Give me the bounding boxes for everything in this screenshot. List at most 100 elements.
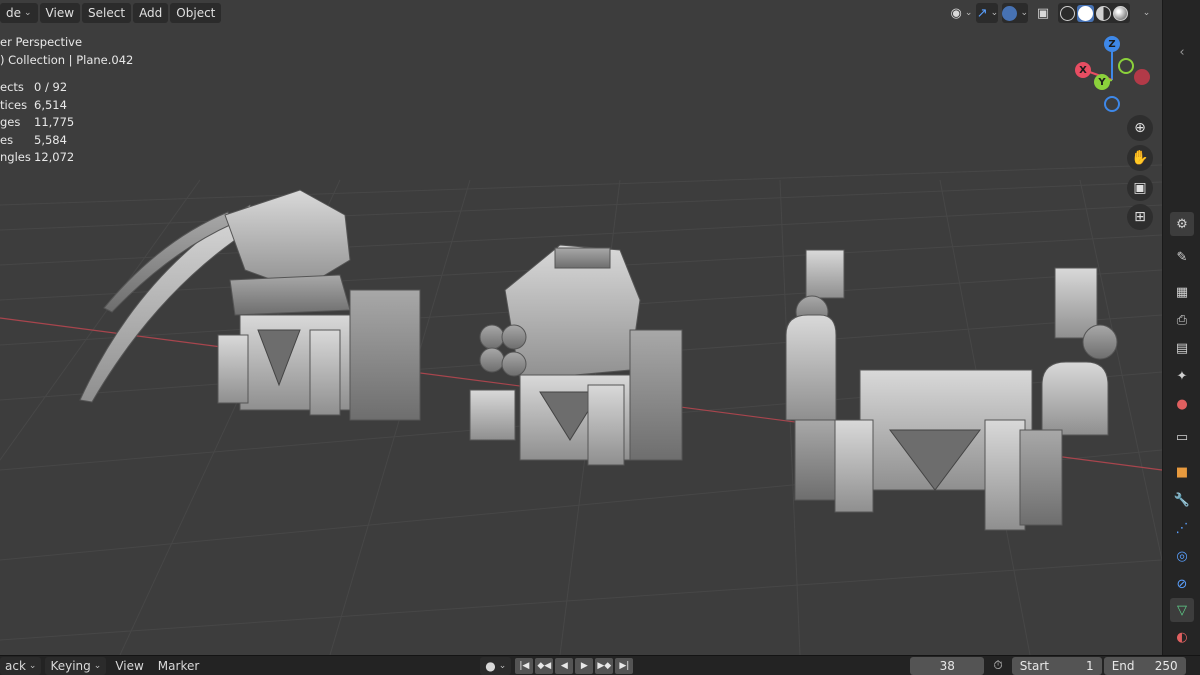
gizmo-neg-x-axis[interactable] [1134, 69, 1150, 85]
stat-value: 11,775 [34, 115, 75, 129]
chevron-down-icon: ⌄ [1142, 8, 1151, 18]
visibility-selector[interactable]: ◉ ⌄ [950, 3, 973, 23]
mode-selector[interactable]: de ⌄ [0, 3, 38, 23]
timeline-header: ack ⌄ Keying ⌄ View Marker ● ⌄ |◀ ◆◀ ◀ ▶ ▶◆… [0, 655, 1200, 675]
chevron-down-icon: ⌄ [990, 8, 999, 18]
view-layer-icon[interactable]: ▤ [1170, 336, 1194, 360]
tool-settings-icon[interactable]: ✎ [1170, 245, 1194, 269]
prev-keyframe-icon[interactable]: ◆◀ [535, 657, 554, 674]
keying-label: Keying [50, 658, 91, 673]
menu-add-label: Add [139, 6, 163, 20]
hand-icon: ✋ [1131, 150, 1149, 166]
header-tools: ◉ ⌄ ↗ ⌄ ⌄ ▣ ⌄ [950, 3, 1156, 23]
collapse-arrow-icon[interactable]: ‹ [1170, 40, 1194, 64]
render-properties-icon[interactable]: ▦ [1170, 280, 1194, 304]
object-data-icon[interactable]: ▽ [1170, 598, 1194, 622]
particles-icon[interactable]: ⋰ [1170, 516, 1194, 540]
gizmo-neg-z-axis[interactable] [1104, 96, 1120, 112]
gizmo-y-axis[interactable]: Y [1094, 74, 1110, 90]
active-object-label: ) Collection | Plane.042 [0, 52, 134, 67]
wireframe-shading-icon[interactable] [1060, 5, 1075, 21]
rendered-shading-icon[interactable] [1113, 5, 1128, 21]
play-reverse-icon[interactable]: ◀ [555, 657, 574, 674]
stat-row: ects 0 / 92 [0, 79, 133, 97]
output-properties-icon[interactable]: ⎙ [1170, 308, 1194, 332]
gizmo-neg-y-axis[interactable] [1118, 58, 1134, 74]
zoom-button[interactable]: ⊕ [1127, 115, 1153, 141]
menu-view-label: View [45, 6, 75, 20]
model-gatling[interactable] [469, 244, 683, 466]
gizmo-toggle[interactable]: ↗ ⌄ [976, 3, 999, 23]
shading-options[interactable]: ⌄ [1134, 3, 1156, 23]
start-value: 1 [1086, 658, 1094, 673]
preview-range-toggle[interactable]: ⏱ [988, 657, 1007, 675]
menu-add[interactable]: Add [133, 3, 169, 23]
3d-viewport[interactable]: de ⌄ View Select Add Object ◉ ⌄ ↗ ⌄ ⌄ ▣ ⌄ [0, 0, 1162, 655]
material-preview-icon[interactable] [1096, 5, 1111, 21]
xray-icon: ▣ [1036, 5, 1050, 21]
overlays-icon [1002, 5, 1018, 21]
menu-view[interactable]: View [39, 3, 81, 23]
chevron-down-icon: ⌄ [93, 660, 102, 671]
end-frame-field[interactable]: End 250 [1103, 656, 1186, 675]
stat-row: tices 6,514 [0, 97, 133, 115]
playback-menu[interactable]: ack ⌄ [0, 656, 42, 675]
start-frame-field[interactable]: Start 1 [1011, 656, 1102, 675]
current-frame-value: 38 [939, 658, 955, 673]
start-label: Start [1019, 658, 1050, 673]
grid-icon: ⊞ [1134, 209, 1146, 225]
end-label: End [1111, 658, 1135, 673]
overlays-toggle[interactable]: ⌄ [1002, 3, 1028, 23]
menu-select-label: Select [88, 6, 126, 20]
stat-row: ngles 12,072 [0, 149, 133, 167]
gizmo-arrows-icon: ↗ [976, 5, 988, 21]
marker-label: Marker [157, 658, 200, 673]
keying-menu[interactable]: Keying ⌄ [45, 656, 107, 675]
menu-object[interactable]: Object [170, 3, 222, 23]
camera-view-button[interactable]: ▣ [1127, 175, 1153, 201]
stat-value: 0 / 92 [34, 80, 68, 94]
auto-key-toggle[interactable]: ● ⌄ [480, 656, 512, 675]
properties-sidebar: ‹ ⚙ ✎ ▦ ⎙ ▤ ✦ ● ▭ ■ 🔧 ⋰ ◎ ⊘ ▽ ◐ [1162, 0, 1200, 655]
current-frame-field[interactable]: 38 [910, 656, 985, 675]
object-properties-icon[interactable]: ■ [1170, 460, 1194, 484]
menu-select[interactable]: Select [82, 3, 132, 23]
view-menu[interactable]: View [110, 657, 148, 675]
model-twin-cannons[interactable] [785, 249, 1118, 531]
camera-icon: ▣ [1133, 180, 1147, 196]
next-keyframe-icon[interactable]: ▶◆ [595, 657, 614, 674]
jump-end-icon[interactable]: ▶| [615, 657, 634, 674]
menu-object-label: Object [176, 6, 216, 20]
material-properties-icon[interactable]: ◐ [1170, 625, 1194, 649]
shading-mode-group [1058, 3, 1130, 23]
editor-type-icon[interactable]: ⚙ [1170, 212, 1194, 236]
collection-properties-icon[interactable]: ▭ [1170, 425, 1194, 449]
gizmo-z-axis[interactable]: Z [1104, 36, 1120, 52]
physics-icon[interactable]: ◎ [1170, 544, 1194, 568]
modifier-properties-icon[interactable]: 🔧 [1170, 488, 1194, 512]
chevron-down-icon: ⌄ [28, 660, 37, 671]
gizmo-x-axis[interactable]: X [1075, 62, 1091, 78]
perspective-toggle-button[interactable]: ⊞ [1127, 204, 1153, 230]
play-icon[interactable]: ▶ [575, 657, 594, 674]
xray-toggle[interactable]: ▣ [1032, 3, 1054, 23]
constraints-icon[interactable]: ⊘ [1170, 572, 1194, 596]
playback-controls: |◀ ◆◀ ◀ ▶ ▶◆ ▶| [515, 657, 634, 674]
stat-label: ges [0, 115, 21, 129]
scene-properties-icon[interactable]: ✦ [1170, 364, 1194, 388]
stopwatch-icon: ⏱ [993, 658, 1003, 672]
pan-button[interactable]: ✋ [1127, 145, 1153, 171]
chevron-down-icon: ⌄ [498, 660, 507, 671]
view-perspective-label: er Perspective [0, 35, 83, 49]
solid-shading-icon[interactable] [1078, 5, 1093, 21]
stat-label: tices [0, 97, 28, 112]
marker-menu[interactable]: Marker [153, 657, 204, 675]
mode-label: de [6, 6, 21, 20]
gizmo-x-label: X [1079, 64, 1087, 76]
jump-start-icon[interactable]: |◀ [515, 657, 534, 674]
world-properties-icon[interactable]: ● [1170, 392, 1194, 416]
stat-label: es [0, 132, 14, 147]
navigation-gizmo[interactable]: Z X Y [1070, 32, 1160, 122]
stat-value: 12,072 [34, 150, 75, 164]
stat-value: 6,514 [34, 97, 67, 112]
